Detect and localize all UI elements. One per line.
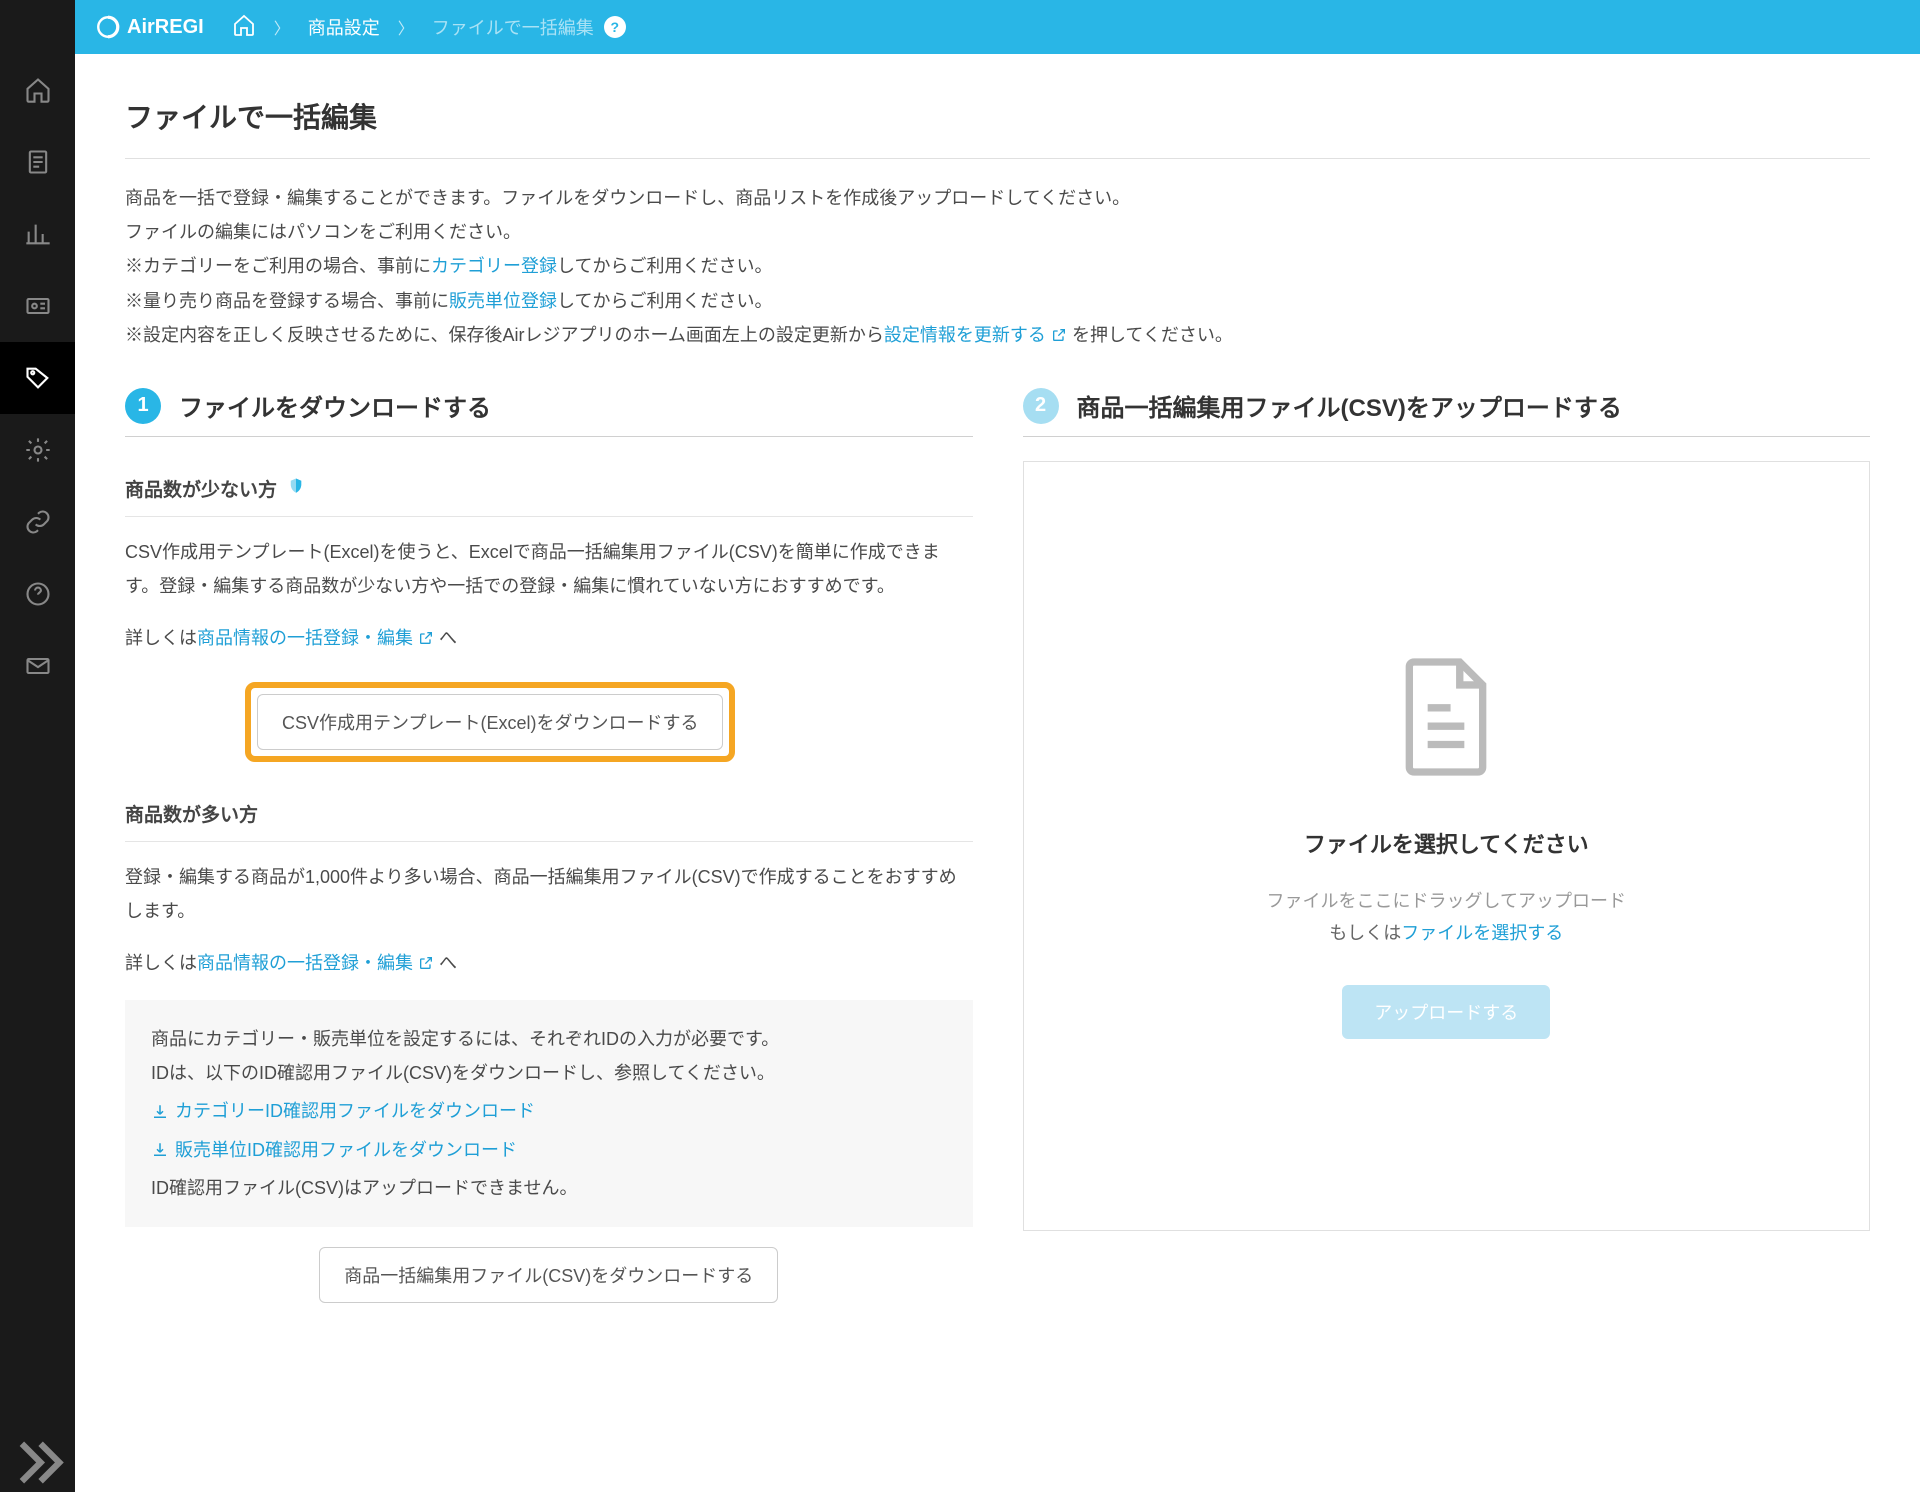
intro-line: ファイルの編集にはパソコンをご利用ください。 (125, 215, 1870, 249)
breadcrumb-home[interactable] (232, 13, 256, 42)
highlighted-button-frame: CSV作成用テンプレート(Excel)をダウンロードする (245, 682, 735, 762)
file-icon (1391, 652, 1501, 787)
sidebar-expand[interactable] (0, 1432, 75, 1492)
many-detail: 詳しくは商品情報の一括登録・編集 へ (125, 946, 973, 980)
external-link-icon (418, 955, 434, 971)
link-category-register[interactable]: カテゴリー登録 (431, 256, 557, 276)
info-line: IDは、以下のID確認用ファイル(CSV)をダウンロードし、参照してください。 (151, 1056, 947, 1090)
step-number-1: 1 (125, 388, 161, 424)
info-line: 商品にカテゴリー・販売単位を設定するには、それぞれIDの入力が必要です。 (151, 1022, 947, 1056)
nav-analytics[interactable] (0, 198, 75, 270)
mail-icon (24, 652, 52, 680)
intro-line: ※設定内容を正しく反映させるために、保存後Airレジアプリのホーム画面左上の設定… (125, 318, 1870, 352)
nav-home[interactable] (0, 54, 75, 126)
breadcrumb-products[interactable]: 商品設定 (308, 14, 380, 40)
step-number-2: 2 (1023, 388, 1059, 424)
link-icon (24, 508, 52, 536)
section-few-products: 商品数が少ない方 (125, 461, 973, 517)
download-unit-id-link[interactable]: 販売単位ID確認用ファイルをダウンロード (151, 1133, 947, 1167)
file-select-link[interactable]: ファイルを選択する (1401, 923, 1563, 943)
nav-tag[interactable] (0, 342, 75, 414)
step-title-2: 商品一括編集用ファイル(CSV)をアップロードする (1077, 388, 1622, 423)
download-csv-button[interactable]: 商品一括編集用ファイル(CSV)をダウンロードする (319, 1247, 778, 1303)
chevron-right-icon: 〉 (398, 15, 414, 39)
id-card-icon (24, 292, 52, 320)
info-line: ID確認用ファイル(CSV)はアップロードできません。 (151, 1171, 947, 1205)
link-bulk-edit-help-2[interactable]: 商品情報の一括登録・編集 (197, 953, 434, 973)
brand-logo[interactable]: AirREGI (95, 14, 204, 40)
column-upload: 2 商品一括編集用ファイル(CSV)をアップロードする ファイルを選択してくださ… (1023, 388, 1871, 1303)
gear-icon (24, 436, 52, 464)
many-body: 登録・編集する商品が1,000件より多い場合、商品一括編集用ファイル(CSV)で… (125, 860, 973, 928)
link-unit-register[interactable]: 販売単位登録 (449, 291, 557, 311)
receipt-icon (24, 148, 52, 176)
external-link-icon (1051, 327, 1067, 343)
link-bulk-edit-help-1[interactable]: 商品情報の一括登録・編集 (197, 628, 434, 648)
chevron-right-icon: 〉 (274, 15, 290, 39)
few-detail: 詳しくは商品情報の一括登録・編集 へ (125, 621, 973, 655)
intro-line: 商品を一括で登録・編集することができます。ファイルをダウンロードし、商品リストを… (125, 181, 1870, 215)
breadcrumb: 〉 商品設定 〉 ファイルで一括編集 ? (232, 13, 626, 42)
intro-line: ※カテゴリーをご利用の場合、事前にカテゴリー登録してからご利用ください。 (125, 249, 1870, 283)
id-info-box: 商品にカテゴリー・販売単位を設定するには、それぞれIDの入力が必要です。 IDは… (125, 1000, 973, 1227)
upload-hint: ファイルをここにドラッグしてアップロード (1267, 887, 1626, 913)
intro-text: 商品を一括で登録・編集することができます。ファイルをダウンロードし、商品リストを… (125, 181, 1870, 352)
download-excel-template-button[interactable]: CSV作成用テンプレート(Excel)をダウンロードする (257, 694, 723, 750)
tag-icon (24, 364, 52, 392)
sidebar (0, 0, 75, 1492)
external-link-icon (418, 630, 434, 646)
nav-help[interactable] (0, 558, 75, 630)
divider (125, 158, 1870, 159)
shield-icon (287, 476, 305, 501)
logo-icon (95, 14, 121, 40)
few-body: CSV作成用テンプレート(Excel)を使うと、Excelで商品一括編集用ファイ… (125, 535, 973, 603)
download-category-id-link[interactable]: カテゴリーID確認用ファイルをダウンロード (151, 1094, 947, 1128)
step-title-1: ファイルをダウンロードする (179, 388, 491, 423)
upload-title: ファイルを選択してください (1304, 827, 1589, 859)
bar-chart-icon (24, 220, 52, 248)
topbar: AirREGI 〉 商品設定 〉 ファイルで一括編集 ? (75, 0, 1920, 54)
chevron-double-right-icon (0, 1425, 75, 1500)
section-many-products: 商品数が多い方 (125, 786, 973, 842)
nav-receipt[interactable] (0, 126, 75, 198)
help-button[interactable]: ? (604, 16, 626, 38)
intro-line: ※量り売り商品を登録する場合、事前に販売単位登録してからご利用ください。 (125, 284, 1870, 318)
upload-or: もしくはファイルを選択する (1329, 919, 1563, 945)
download-icon (151, 1103, 169, 1121)
upload-button[interactable]: アップロードする (1342, 985, 1550, 1039)
upload-dropzone[interactable]: ファイルを選択してください ファイルをここにドラッグしてアップロード もしくはフ… (1023, 461, 1871, 1231)
nav-settings[interactable] (0, 414, 75, 486)
home-icon (24, 76, 52, 104)
brand-text: AirREGI (127, 16, 204, 39)
nav-mail[interactable] (0, 630, 75, 702)
nav-link[interactable] (0, 486, 75, 558)
question-circle-icon (24, 580, 52, 608)
nav-id[interactable] (0, 270, 75, 342)
home-icon (232, 13, 256, 37)
column-download: 1 ファイルをダウンロードする 商品数が少ない方 CSV作成用テンプレート(Ex… (125, 388, 973, 1303)
download-icon (151, 1141, 169, 1159)
breadcrumb-current: ファイルで一括編集 (432, 14, 594, 40)
page-title: ファイルで一括編集 (125, 96, 1870, 136)
link-update-settings[interactable]: 設定情報を更新する (884, 325, 1067, 345)
